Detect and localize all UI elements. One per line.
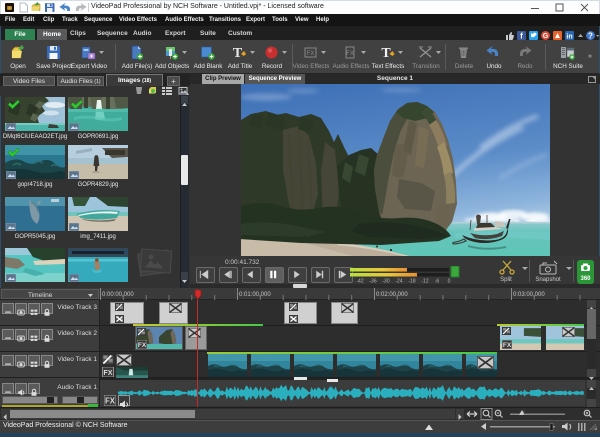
svg-text:0:00:00,000: 0:00:00,000 (102, 292, 134, 298)
svg-text:Snapshot: Snapshot (535, 277, 561, 283)
svg-text:-24: -24 (395, 279, 402, 285)
svg-text:FX: FX (138, 342, 147, 349)
svg-text:0:02:00,000: 0:02:00,000 (376, 292, 408, 298)
svg-text:-30: -30 (382, 279, 389, 285)
svg-text:T: T (233, 46, 243, 60)
svg-text:360: 360 (580, 276, 591, 282)
svg-text:Split: Split (500, 277, 512, 283)
svg-text:-36: -36 (369, 279, 376, 285)
svg-text:T: T (381, 46, 391, 60)
svg-text:-42: -42 (356, 279, 363, 285)
svg-text:FX: FX (105, 397, 116, 406)
svg-text:FX: FX (503, 342, 512, 349)
svg-text:G: G (543, 33, 549, 40)
svg-text:FX: FX (103, 368, 112, 377)
svg-text:0:03:00,000: 0:03:00,000 (513, 292, 545, 298)
svg-text:0:01:00,000: 0:01:00,000 (239, 292, 271, 298)
svg-text:-12: -12 (421, 279, 428, 285)
svg-text:-6: -6 (435, 279, 440, 285)
svg-text:-18: -18 (408, 279, 415, 285)
svg-text:FX: FX (346, 51, 354, 57)
svg-text:0: 0 (448, 279, 451, 285)
svg-text:FX: FX (307, 51, 315, 57)
